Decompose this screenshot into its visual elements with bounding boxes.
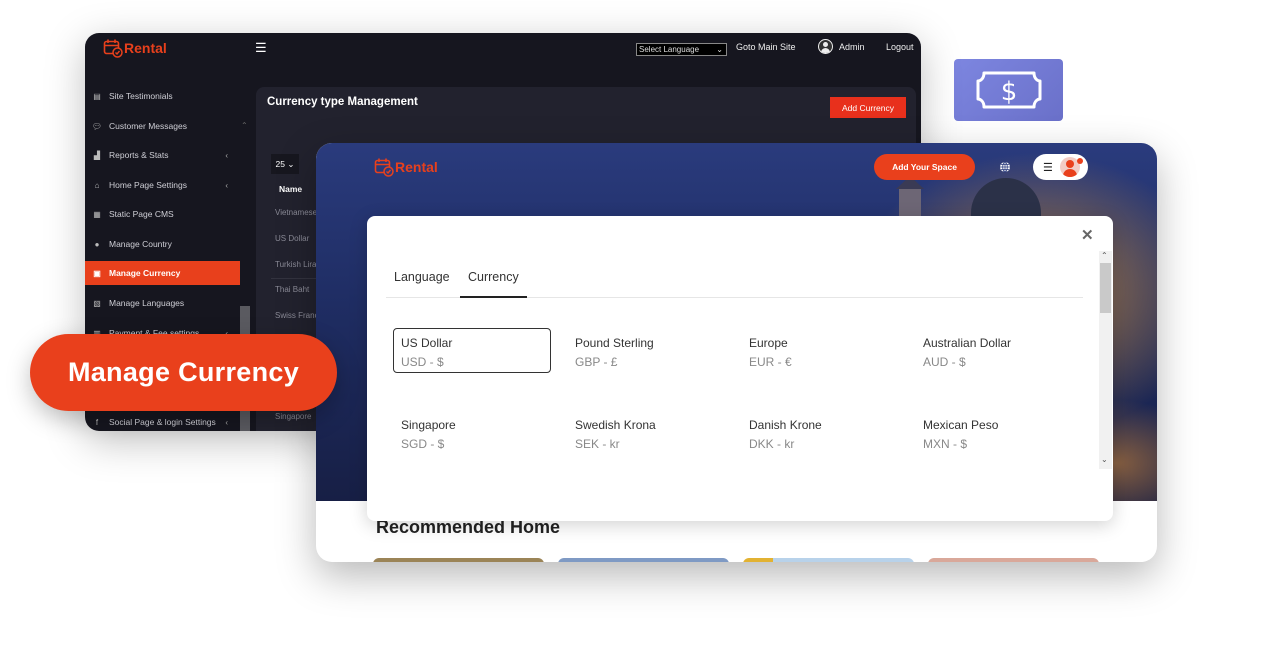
sidebar-item-static-page-cms[interactable]: ▦ Static Page CMS [85, 202, 240, 226]
tab-language[interactable]: Language [386, 270, 458, 298]
brand-name: Rental [395, 159, 438, 175]
table-row: Singapore [275, 412, 312, 421]
currency-option-mxn[interactable]: Mexican Peso MXN - $ [915, 410, 1073, 455]
calendar-check-icon [103, 39, 123, 58]
messages-icon: 💬︎ [91, 121, 103, 131]
svg-text:$: $ [1000, 77, 1017, 107]
sidebar-item-manage-currency[interactable]: ▣ Manage Currency [85, 261, 240, 285]
sidebar-item-reports-stats[interactable]: ▟ Reports & Stats ‹ [85, 143, 240, 167]
calendar-check-icon [374, 158, 394, 177]
cms-icon: ▦ [93, 209, 101, 219]
currency-option-gbp[interactable]: Pound Sterling GBP - £ [567, 328, 725, 373]
scrollbar-thumb[interactable] [1100, 263, 1111, 313]
sidebar-item-home-page-settings[interactable]: ⌂ Home Page Settings ‹ [85, 173, 240, 197]
language-select[interactable]: Select Language ⌄ [636, 43, 727, 56]
modal-tabs: Language Currency [386, 266, 1083, 298]
home-icon: ⌂ [94, 180, 100, 190]
column-header-name: Name [279, 184, 303, 194]
chevron-left-icon: ‹ [225, 150, 228, 160]
admin-logo[interactable]: Rental [103, 38, 167, 58]
listing-card[interactable] [373, 558, 544, 562]
listing-card[interactable] [558, 558, 729, 562]
notification-dot [1077, 158, 1083, 164]
admin-user-link[interactable]: Admin [839, 42, 865, 52]
currency-option-aud[interactable]: Australian Dollar AUD - $ [915, 328, 1073, 373]
scroll-up-icon[interactable]: ⌃ [1101, 251, 1108, 260]
money-badge: $ [954, 59, 1063, 121]
chevron-left-icon: ‹ [225, 417, 228, 427]
add-currency-button[interactable]: Add Currency [830, 97, 906, 118]
sidebar-scroll-up-icon[interactable]: ⌃ [241, 121, 248, 130]
manage-currency-callout: Manage Currency [30, 334, 337, 411]
sidebar-item-manage-country[interactable]: ● Manage Country [85, 232, 240, 256]
chart-icon: ▟ [93, 150, 101, 160]
sidebar-item-site-testimonials[interactable]: ▤ Site Testimonials [85, 84, 240, 108]
testimonials-icon: ▤ [93, 91, 101, 101]
sidebar-item-customer-messages[interactable]: 💬︎ Customer Messages [85, 114, 240, 138]
currency-modal: ✕ Language Currency US Dollar USD - $ Po… [367, 216, 1113, 521]
listing-card[interactable] [928, 558, 1099, 562]
sidebar-toggle-icon[interactable]: ☰ [255, 40, 267, 56]
page-title: Currency type Management [267, 96, 418, 108]
currency-option-dkk[interactable]: Danish Krone DKK - kr [741, 410, 899, 455]
currency-option-usd[interactable]: US Dollar USD - $ [393, 328, 551, 373]
scroll-down-icon[interactable]: ⌄ [1101, 455, 1108, 464]
user-avatar-icon[interactable] [818, 39, 833, 54]
sidebar-item-manage-languages[interactable]: ▧ Manage Languages [85, 291, 240, 315]
currency-option-eur[interactable]: Europe EUR - € [741, 328, 899, 373]
money-icon: ▣ [93, 268, 101, 278]
table-row: Turkish Lira [275, 260, 317, 269]
table-row: Vietnamese [275, 208, 318, 217]
logout-link[interactable]: Logout [886, 42, 914, 52]
brand-name: Rental [124, 40, 167, 56]
banknote-dollar-icon: $ [976, 71, 1041, 109]
modal-scrollbar[interactable]: ⌃ ⌄ [1099, 251, 1112, 469]
listing-card[interactable] [743, 558, 914, 562]
globe-icon[interactable] [999, 161, 1011, 173]
stage: $ Rental ☰ Select Language ⌄ Goto Main Si [0, 0, 1271, 660]
table-row: Swiss Franc [275, 311, 319, 320]
currency-option-sgd[interactable]: Singapore SGD - $ [393, 410, 551, 455]
table-row: Thai Baht [275, 285, 310, 294]
currency-option-sek[interactable]: Swedish Krona SEK - kr [567, 410, 725, 455]
chevron-down-icon: ⌄ [287, 158, 295, 169]
chevron-left-icon: ‹ [225, 180, 228, 190]
globe-icon: ● [94, 239, 100, 249]
chevron-down-icon: ⌄ [716, 45, 723, 54]
facebook-icon: f [95, 417, 99, 427]
add-your-space-button[interactable]: Add Your Space [874, 154, 975, 180]
menu-icon: ☰ [1043, 161, 1053, 174]
sidebar-item-social-login-settings[interactable]: f Social Page & login Settings ‹ [85, 410, 240, 431]
language-icon: ▧ [93, 298, 101, 308]
close-icon[interactable]: ✕ [1081, 226, 1094, 244]
tab-currency[interactable]: Currency [460, 270, 527, 298]
user-menu-button[interactable]: ☰ [1033, 154, 1088, 180]
admin-topbar: Rental ☰ Select Language ⌄ Goto Main Site… [85, 33, 921, 63]
site-logo[interactable]: Rental [374, 157, 438, 177]
table-row: US Dollar [275, 234, 310, 243]
goto-main-site-link[interactable]: Goto Main Site [736, 42, 796, 52]
per-page-select[interactable]: 25 ⌄ [271, 154, 299, 174]
